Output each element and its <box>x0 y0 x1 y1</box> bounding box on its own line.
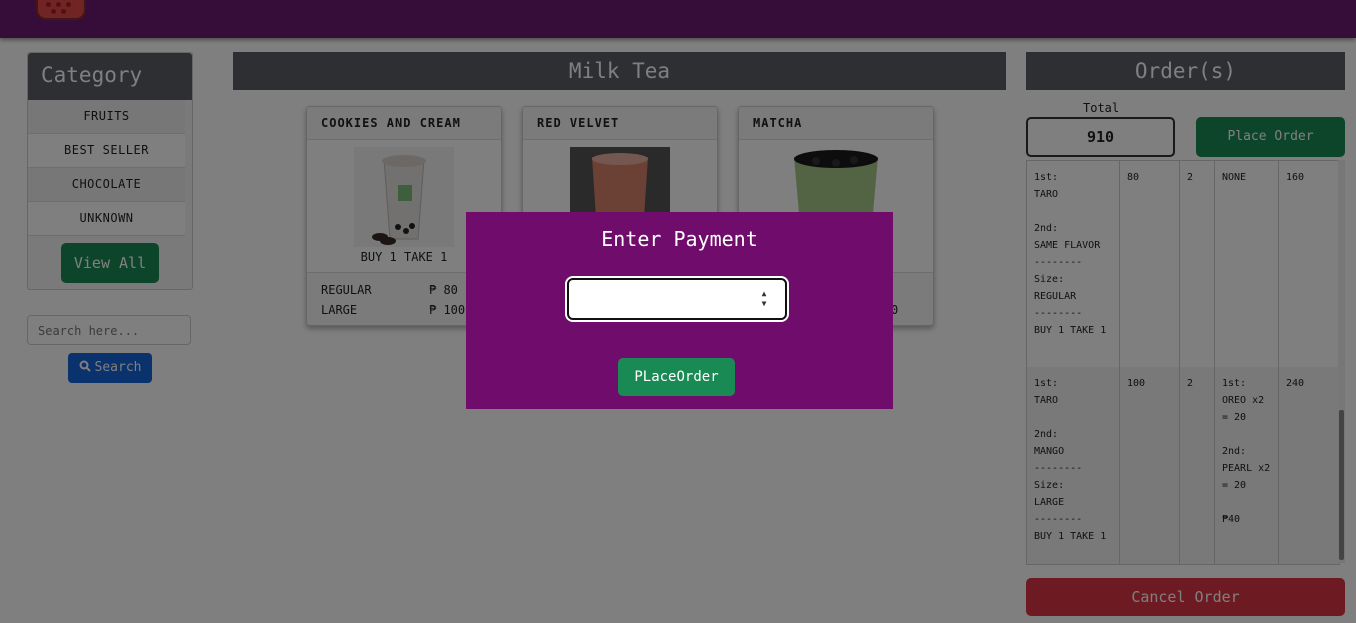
payment-input[interactable]: ▲ ▼ <box>567 278 787 320</box>
modal-place-order-button[interactable]: PLaceOrder <box>618 358 735 396</box>
payment-modal: Enter Payment ▲ ▼ PLaceOrder <box>466 212 893 409</box>
spinner-down-icon[interactable]: ▼ <box>757 299 771 309</box>
spinner-up-icon[interactable]: ▲ <box>757 289 771 299</box>
number-spinner[interactable]: ▲ ▼ <box>757 289 771 309</box>
modal-title: Enter Payment <box>601 227 758 251</box>
